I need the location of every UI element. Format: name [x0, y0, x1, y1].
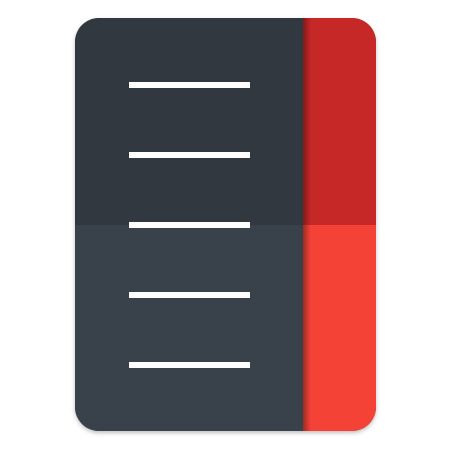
body-bottom-panel: [75, 225, 303, 431]
ruler-notepad-icon: [75, 18, 376, 431]
ruled-line: [129, 152, 250, 158]
ruled-line: [129, 82, 250, 88]
ruled-line: [129, 292, 250, 298]
tab-top-panel: [303, 18, 376, 225]
ruled-line: [129, 362, 250, 368]
body-top-panel: [75, 18, 303, 225]
tab-edge-shadow: [303, 18, 311, 431]
ruled-line: [129, 222, 250, 228]
icon-canvas: [0, 0, 450, 450]
tab-bottom-panel: [303, 225, 376, 431]
